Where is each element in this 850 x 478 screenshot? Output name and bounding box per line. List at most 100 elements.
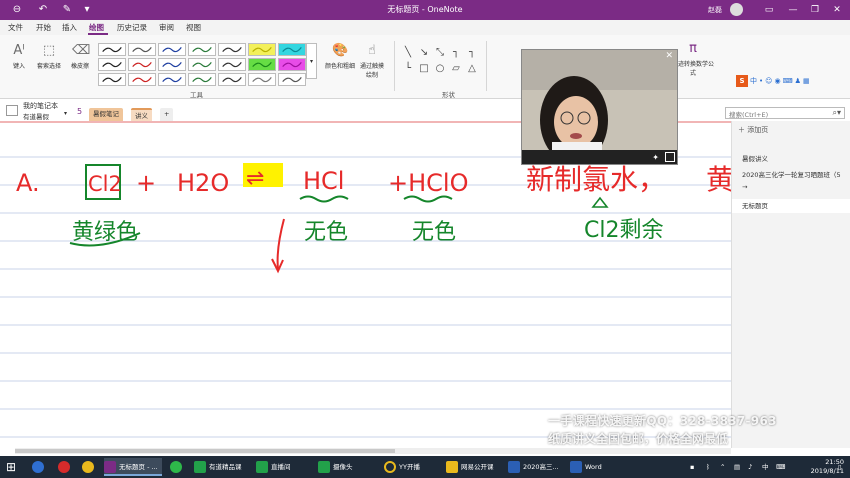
taskbar-youdao[interactable]: 有道精品课 [194,458,250,476]
ime-lang-icon[interactable]: 中 [750,76,757,86]
notification-icon[interactable]: ▯ [838,458,846,476]
eraser-button[interactable]: ⌫ 橡皮擦 [66,43,94,70]
axis-shape-icon-2[interactable]: ┐ [466,47,478,59]
note-canvas[interactable]: A. Cl2 + H2O ⇌ HCl +HClO 新制氯水， 黄 黄绿色 无色 … [0,121,731,448]
ime-keyboard-icon[interactable]: ⌨ [783,77,793,85]
ime-punct-icon[interactable]: • [759,77,763,85]
taskbar-word-doc[interactable]: 2020高三... [508,458,566,476]
close-icon[interactable]: ✕ [830,3,844,17]
pen-option[interactable] [98,58,126,71]
horizontal-scrollbar[interactable] [15,448,731,454]
taskbar-yy[interactable]: YY开播 [384,458,440,476]
pen-option[interactable] [278,58,306,71]
pen-option[interactable] [128,58,156,71]
taskbar-camera[interactable]: 摄像头 [318,458,372,476]
parallelogram-shape-icon[interactable]: ▱ [450,63,462,75]
app-icon-k[interactable] [32,458,48,476]
page-item[interactable]: 暑假讲义 [732,153,850,163]
ellipse-shape-icon[interactable]: ○ [434,63,446,75]
notebook-icon[interactable] [6,105,18,116]
app-icon-netease[interactable] [58,458,74,476]
tab-section-handout[interactable]: 讲义 [131,108,152,121]
pen-option[interactable] [98,73,126,86]
search-input[interactable]: 搜索(Ctrl+E) ⌕▾ [725,107,845,119]
corner-shape-icon[interactable]: └ [402,63,414,75]
ribbon-options-icon[interactable]: ▭ [762,3,776,17]
tab-home[interactable]: 开始 [36,22,51,33]
restore-icon[interactable]: ❐ [808,3,822,17]
pen-gallery-more[interactable]: ▾ [306,43,317,79]
tray-icon[interactable]: ▪ [690,458,700,476]
keyboard-icon[interactable]: ⌨ [776,458,786,476]
pen-option[interactable] [248,73,276,86]
pen-option[interactable] [218,58,246,71]
add-section-button[interactable]: + [160,108,174,121]
tab-review[interactable]: 审阅 [159,22,174,33]
tab-file[interactable]: 文件 [8,22,23,33]
line-shape-icon[interactable]: ╲ [402,47,414,59]
user-name[interactable]: 赵磊 [708,5,722,15]
type-button[interactable]: Aᴵ 键入 [8,43,30,70]
webcam-window[interactable]: ✕ ✦ [521,49,678,165]
page-item[interactable]: 2020高三化学一轮复习晒题班（5 [732,169,850,179]
pen-option[interactable] [278,43,306,56]
chevron-down-icon[interactable]: ▾ [64,110,67,117]
pen-option[interactable] [98,43,126,56]
pen-option[interactable] [158,43,186,56]
close-icon[interactable]: ✕ [665,51,673,61]
taskbar-live[interactable]: 直播间 [256,458,310,476]
search-icon[interactable]: ⌕▾ [833,108,842,118]
minimize-icon[interactable]: — [786,3,800,17]
pen-option[interactable] [188,73,216,86]
add-page-button[interactable]: ＋ 添加页 [738,125,768,135]
start-icon[interactable]: ⊞ [6,458,22,476]
sogou-ime-icon[interactable]: S [736,75,748,87]
page-item-active[interactable]: 无标题页 [732,199,850,213]
pen-option[interactable] [188,43,216,56]
ime-indicator[interactable]: 中 [762,458,772,476]
pen-option[interactable] [188,58,216,71]
ink-to-math-button[interactable]: π 墨迹转换数学公式 [672,41,714,77]
ime-tools-icon[interactable]: ▦ [803,77,810,85]
pen-option[interactable] [158,73,186,86]
notebook-name[interactable]: 我的笔记本 [23,101,58,111]
bluetooth-icon[interactable]: ᛒ [706,458,716,476]
lasso-select-button[interactable]: ⬚ 套索选择 [34,43,64,70]
tab-section-notes[interactable]: 暑假笔记 [89,108,123,121]
volume-icon[interactable]: ♪ [748,458,758,476]
arrow-shape-icon[interactable]: ↘ [418,47,430,59]
triangle-shape-icon[interactable]: △ [466,63,478,75]
touch-draw-button[interactable]: ☝ 通过触摸绘制 [358,43,386,79]
scrollbar-thumb[interactable] [15,449,395,453]
taskbar-open-course[interactable]: 网易公开课 [446,458,504,476]
tab-view[interactable]: 视图 [186,22,201,33]
ime-emoji-icon[interactable]: ☺ [765,77,772,85]
network-icon[interactable]: ▤ [734,458,744,476]
tab-insert[interactable]: 插入 [62,22,77,33]
tab-draw[interactable]: 绘图 [89,22,104,33]
double-arrow-shape-icon[interactable]: ⤡ [434,47,446,59]
pen-option[interactable] [248,43,276,56]
pen-option[interactable] [278,73,306,86]
tab-history[interactable]: 历史记录 [117,22,147,33]
notebook-sub[interactable]: 有道暑假 [23,111,49,121]
chrome-icon[interactable] [82,458,98,476]
magic-wand-icon[interactable]: ✦ [652,153,659,162]
pen-option[interactable] [158,58,186,71]
ime-voice-icon[interactable]: ◉ [774,77,780,85]
fullscreen-icon[interactable] [665,152,675,162]
tray-up-icon[interactable]: ⌃ [720,458,730,476]
pen-option[interactable] [128,73,156,86]
taskbar-word[interactable]: Word [570,458,620,476]
taskbar-onenote[interactable]: 无标题页 - ... [104,458,162,476]
pen-option[interactable] [128,43,156,56]
axis-shape-icon[interactable]: ┐ [450,47,462,59]
pen-option[interactable] [248,58,276,71]
color-thickness-button[interactable]: 🎨 颜色和粗细 [322,43,358,70]
pen-option[interactable] [218,73,246,86]
pen-option[interactable] [218,43,246,56]
avatar[interactable] [730,3,743,16]
ime-skin-icon[interactable]: ♟ [795,77,801,85]
app-icon-green[interactable] [170,458,186,476]
rectangle-shape-icon[interactable]: □ [418,63,430,75]
